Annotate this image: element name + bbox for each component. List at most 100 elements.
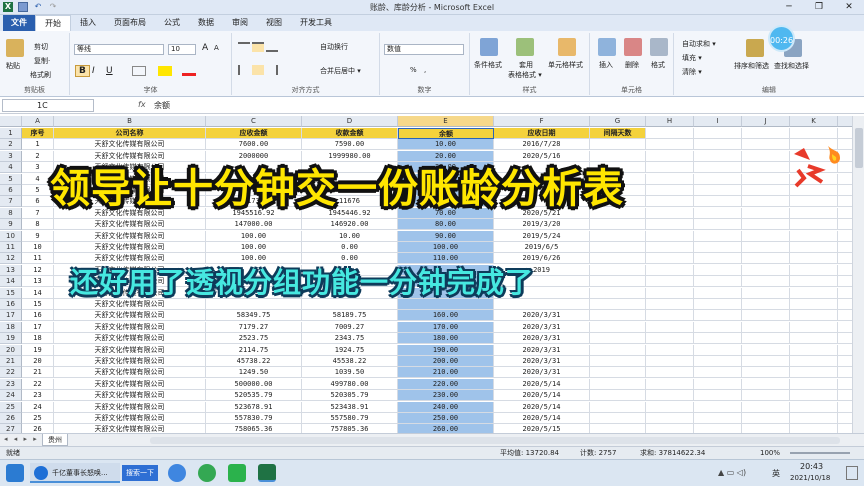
cell[interactable]: [694, 253, 742, 265]
cell[interactable]: [694, 321, 742, 333]
cell-styles-button[interactable]: 单元格样式: [548, 60, 583, 70]
font-size-box[interactable]: 10: [168, 44, 196, 55]
cell[interactable]: [790, 287, 838, 299]
table-cell[interactable]: 2020/3/31: [494, 310, 590, 322]
cell[interactable]: [646, 173, 694, 185]
column-header[interactable]: K: [790, 116, 838, 127]
cell[interactable]: [646, 390, 694, 402]
cell[interactable]: [838, 356, 852, 367]
row-header[interactable]: 1: [0, 128, 22, 139]
tab-page-layout[interactable]: 页面布局: [105, 15, 155, 31]
table-cell[interactable]: 天舒文化传媒有限公司: [54, 242, 206, 253]
cell[interactable]: [646, 367, 694, 379]
cell[interactable]: [838, 333, 852, 345]
minimize-icon[interactable]: ─: [774, 0, 804, 14]
header-cell[interactable]: 公司名称: [54, 128, 206, 139]
row-header[interactable]: 19: [0, 333, 22, 345]
cell[interactable]: [790, 207, 838, 219]
cell[interactable]: [742, 424, 790, 433]
table-cell[interactable]: 58189.75: [302, 310, 398, 322]
cell[interactable]: [590, 401, 646, 413]
select-all-corner[interactable]: [0, 116, 22, 127]
italic-button[interactable]: I: [92, 66, 95, 76]
table-cell[interactable]: 9: [22, 230, 54, 242]
table-cell[interactable]: 58349.75: [206, 310, 302, 322]
cell[interactable]: [646, 299, 694, 310]
font-color-icon[interactable]: [182, 66, 196, 76]
paste-icon[interactable]: [6, 39, 24, 57]
cell[interactable]: [694, 196, 742, 208]
cell[interactable]: [790, 264, 838, 276]
table-cell[interactable]: 210.00: [398, 367, 494, 379]
cell[interactable]: [590, 310, 646, 322]
row-header[interactable]: 11: [0, 242, 22, 253]
table-cell[interactable]: 0.00: [302, 242, 398, 253]
tab-view[interactable]: 视图: [257, 15, 291, 31]
table-cell[interactable]: 520305.79: [302, 390, 398, 402]
table-cell[interactable]: 16: [22, 310, 54, 322]
row-header[interactable]: 23: [0, 378, 22, 390]
cell[interactable]: [694, 276, 742, 288]
table-cell[interactable]: 7009.27: [302, 321, 398, 333]
cell[interactable]: [646, 128, 694, 139]
cell[interactable]: [742, 333, 790, 345]
table-cell[interactable]: 天舒文化传媒有限公司: [54, 401, 206, 413]
cell[interactable]: [646, 242, 694, 253]
row-header[interactable]: 21: [0, 356, 22, 367]
cell[interactable]: [646, 424, 694, 433]
align-middle-icon[interactable]: [252, 42, 264, 52]
comma-button[interactable]: ,: [424, 66, 426, 74]
align-bottom-icon[interactable]: [266, 42, 278, 52]
cell[interactable]: [790, 253, 838, 265]
cell[interactable]: [838, 413, 852, 424]
table-cell[interactable]: 2020/3/31: [494, 356, 590, 367]
cell[interactable]: [742, 128, 790, 139]
cell[interactable]: [742, 287, 790, 299]
cell[interactable]: [590, 299, 646, 310]
tab-insert[interactable]: 插入: [71, 15, 105, 31]
cell[interactable]: [694, 264, 742, 276]
cell[interactable]: [694, 344, 742, 356]
horizontal-scrollbar[interactable]: [150, 437, 840, 444]
table-cell[interactable]: 2114.75: [206, 344, 302, 356]
number-format-box[interactable]: 数值: [384, 44, 464, 55]
table-cell[interactable]: 23: [22, 390, 54, 402]
align-right-icon[interactable]: [266, 65, 278, 75]
column-header[interactable]: G: [590, 116, 646, 127]
ime-indicator[interactable]: 英: [772, 468, 780, 479]
table-format-icon[interactable]: [516, 38, 534, 56]
column-header[interactable]: L: [838, 116, 852, 127]
table-cell[interactable]: 1249.50: [206, 367, 302, 379]
cell[interactable]: [694, 150, 742, 162]
cell[interactable]: [646, 321, 694, 333]
table-cell[interactable]: 12: [22, 264, 54, 276]
table-cell[interactable]: 100.00: [206, 242, 302, 253]
taskbar-search-button[interactable]: 搜索一下: [122, 465, 158, 481]
cell[interactable]: [742, 356, 790, 367]
table-cell[interactable]: 天舒文化传媒有限公司: [54, 390, 206, 402]
row-header[interactable]: 10: [0, 230, 22, 242]
excel-taskbar-icon[interactable]: [258, 464, 276, 482]
table-cell[interactable]: 523438.91: [302, 401, 398, 413]
table-cell[interactable]: 8: [22, 219, 54, 231]
cell[interactable]: [838, 299, 852, 310]
cell[interactable]: [694, 367, 742, 379]
format-painter-button[interactable]: 格式刷: [30, 70, 51, 80]
row-header[interactable]: 5: [0, 173, 22, 185]
header-cell[interactable]: 序号: [22, 128, 54, 139]
column-header[interactable]: F: [494, 116, 590, 127]
row-header[interactable]: 7: [0, 196, 22, 208]
cell[interactable]: [694, 333, 742, 345]
table-cell[interactable]: 2020/3/31: [494, 333, 590, 345]
row-header[interactable]: 15: [0, 287, 22, 299]
cell[interactable]: [742, 413, 790, 424]
column-header[interactable]: H: [646, 116, 694, 127]
cell[interactable]: [790, 333, 838, 345]
row-header[interactable]: 26: [0, 413, 22, 424]
cell[interactable]: [790, 378, 838, 390]
row-header[interactable]: 17: [0, 310, 22, 322]
cell[interactable]: [790, 276, 838, 288]
cell[interactable]: [590, 230, 646, 242]
row-header[interactable]: 16: [0, 299, 22, 310]
tab-review[interactable]: 审阅: [223, 15, 257, 31]
